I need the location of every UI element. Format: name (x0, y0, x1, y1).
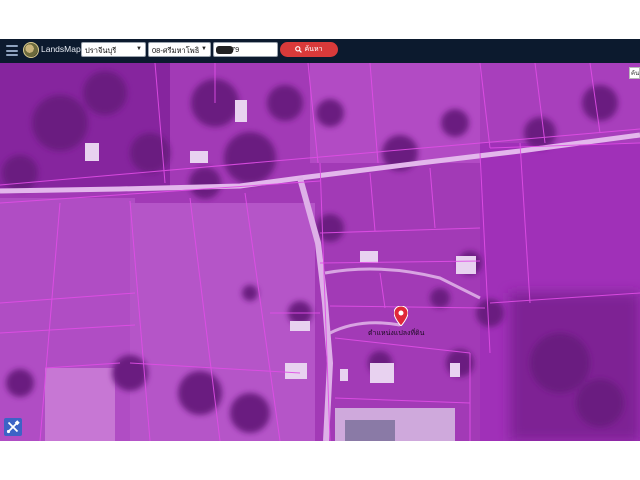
marker-label: ตำแหน่งแปลงที่ดิน (368, 330, 425, 337)
search-button-label: ค้นหา (304, 46, 323, 53)
parcel-number-value: 79 (231, 45, 240, 54)
tools-button[interactable] (4, 418, 22, 436)
parcel-number-input[interactable]: 79 (213, 42, 278, 57)
map-imagery (0, 63, 640, 441)
hamburger-menu-icon[interactable] (6, 45, 18, 56)
chevron-down-icon: ▼ (136, 46, 142, 52)
search-icon (295, 45, 303, 53)
district-select-value: 08-ศรีมหาโพธิ (152, 46, 200, 55)
satellite-map-view[interactable]: ตำแหน่งแปลงที่ดิน (0, 63, 640, 441)
tools-icon (6, 420, 20, 434)
chevron-down-icon: ▼ (201, 46, 207, 52)
search-button[interactable]: ค้นหา (280, 42, 338, 57)
map-search-corner-button[interactable]: ค้น (629, 67, 640, 79)
landsmaps-logo-icon[interactable] (23, 42, 39, 58)
map-marker-icon[interactable] (394, 306, 408, 326)
top-navigation-bar: LandsMaps ปราจีนบุรี ▼ 08-ศรีมหาโพธิ ▼ 7… (0, 39, 640, 63)
brand-name: LandsMaps (41, 44, 85, 54)
province-select-value: ปราจีนบุรี (85, 46, 117, 55)
district-select[interactable]: 08-ศรีมหาโพธิ ▼ (148, 42, 211, 57)
province-select[interactable]: ปราจีนบุรี ▼ (81, 42, 146, 57)
